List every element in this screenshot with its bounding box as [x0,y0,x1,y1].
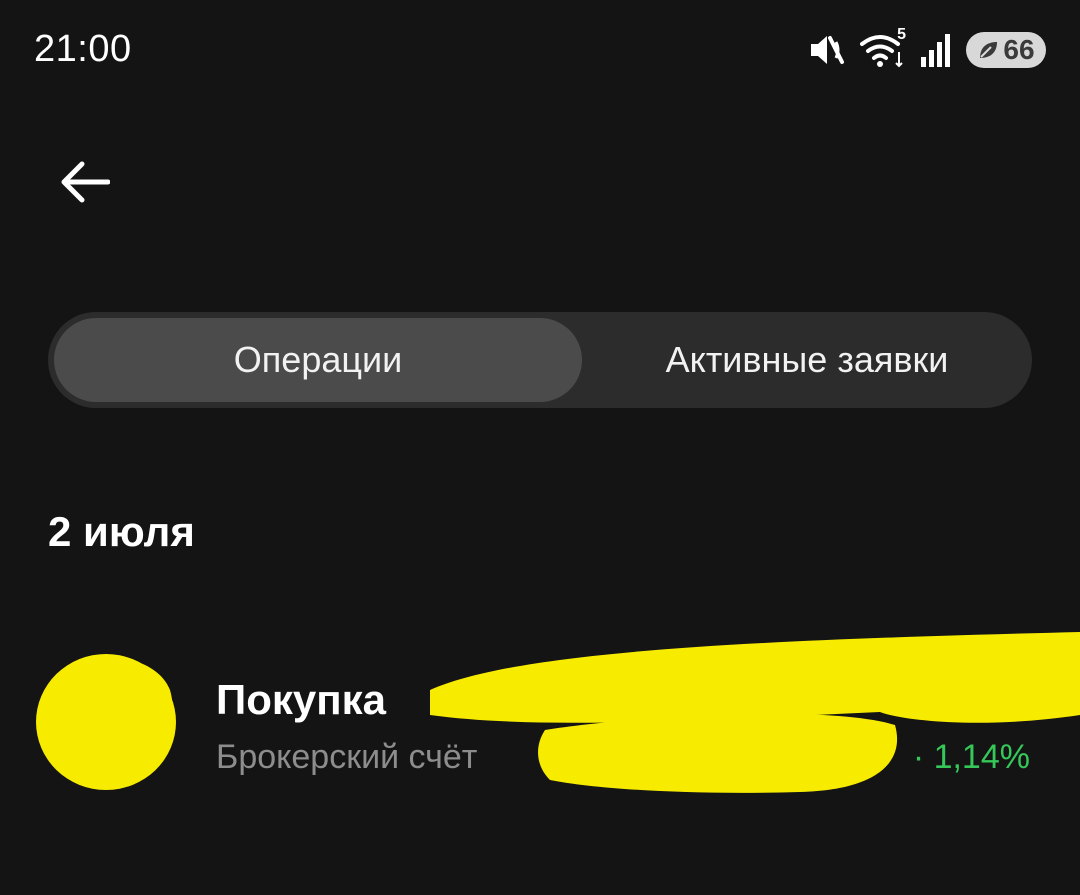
tab-operations[interactable]: Операции [54,318,582,402]
arrow-left-icon [61,161,110,203]
screen: 21:00 5 66 Операции Активные заявки 2 ию… [0,0,1080,895]
signal-icon [920,33,952,67]
battery-icon: 66 [966,32,1046,68]
tab-active-orders[interactable]: Активные заявки [588,318,1026,402]
wifi-badge: 5 [897,26,906,43]
status-time: 21:00 [34,28,132,70]
operation-change-percent: · 1,14% [912,738,1030,776]
operation-avatar [36,654,176,790]
leaf-icon [977,39,999,61]
operation-row[interactable]: Покупка Брокерский счёт · 1,14% [0,640,1080,810]
operation-subtitle: Брокерский счёт [216,738,478,776]
battery-level: 66 [1003,34,1035,65]
status-icons: 5 66 [808,26,1046,70]
wifi-icon: 5 [860,26,906,68]
date-header: 2 июля [48,508,195,555]
back-button[interactable] [50,148,118,216]
tabs-segmented-control: Операции Активные заявки [48,312,1032,408]
mute-icon [808,32,846,68]
operation-title: Покупка [216,676,386,723]
